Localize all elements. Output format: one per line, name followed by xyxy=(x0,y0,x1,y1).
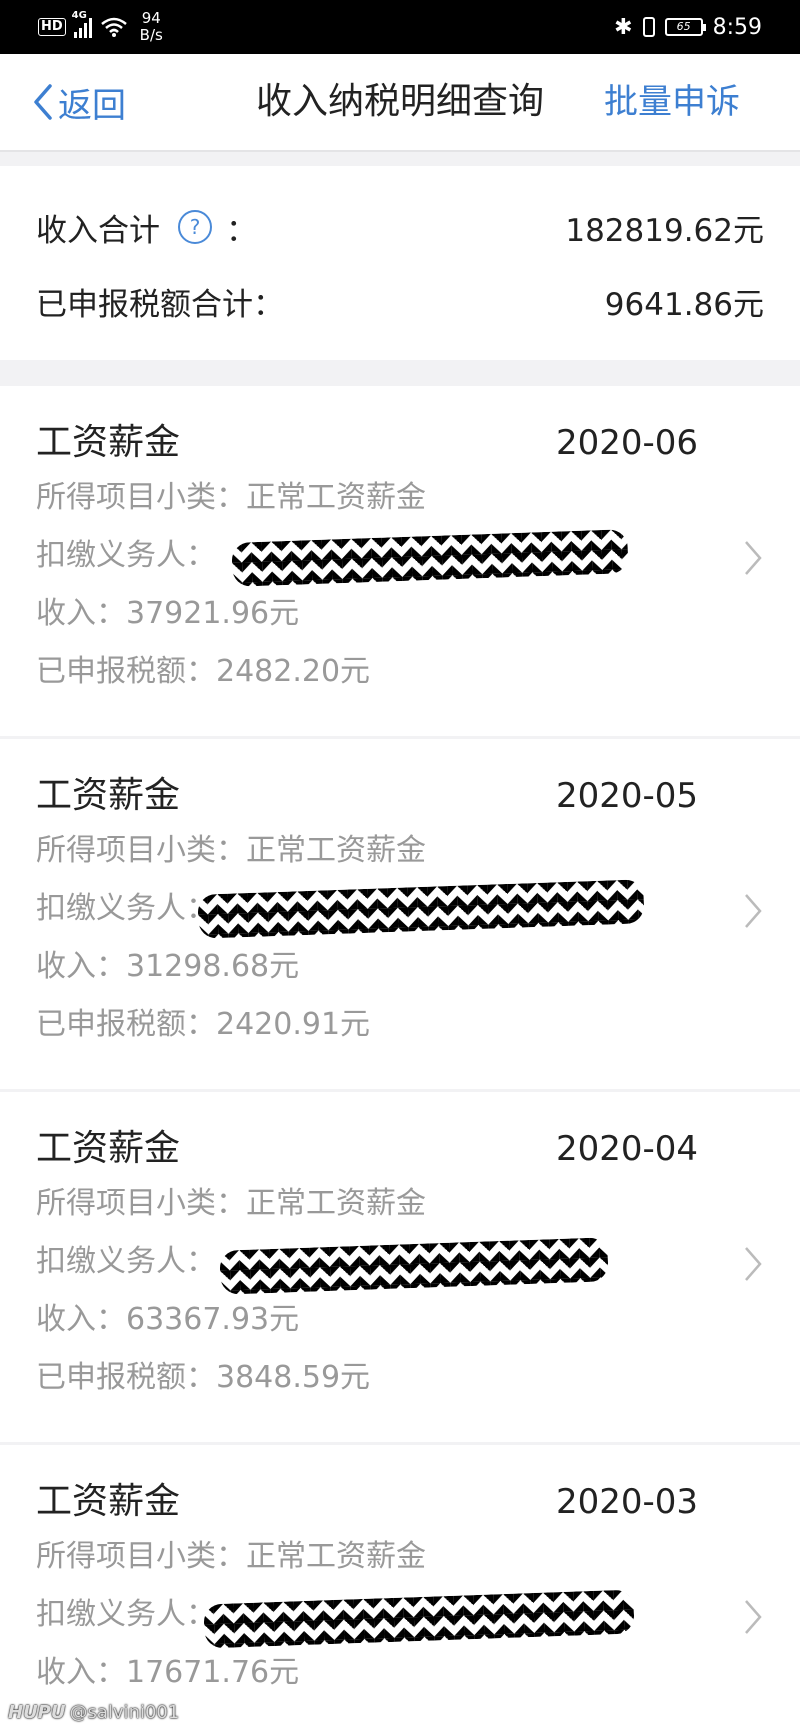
record-subcategory: 所得项目小类：正常工资薪金 xyxy=(36,1539,426,1574)
cell-signal-icon: 4G xyxy=(72,10,92,38)
chevron-right-icon xyxy=(745,541,762,575)
network-speed: 94 B/s xyxy=(140,10,163,44)
income-total-label: 收入合计 xyxy=(36,212,160,249)
record-tax: 已申报税额：3848.59元 xyxy=(36,1360,371,1395)
chevron-right-icon xyxy=(745,1247,762,1281)
tax-record-item[interactable]: 工资薪金 2020-06 所得项目小类：正常工资薪金 扣缴义务人： 收入：379… xyxy=(0,386,800,736)
wifi-icon xyxy=(100,17,127,37)
status-right: ✱ 65 8:59 xyxy=(614,12,762,42)
clock: 8:59 xyxy=(712,14,762,40)
record-category: 工资薪金 xyxy=(36,1481,181,1522)
hd-badge: HD xyxy=(38,18,66,36)
record-withholder-label: 扣缴义务人： xyxy=(36,538,216,573)
record-subcategory: 所得项目小类：正常工资薪金 xyxy=(36,833,426,868)
network-type-label: 4G xyxy=(71,10,87,21)
status-bar: HD 4G 94 B/s ✱ 65 8:59 xyxy=(0,0,800,54)
watermark: HUPU @salvini001 xyxy=(8,1702,179,1723)
tax-record-item[interactable]: 工资薪金 2020-03 所得项目小类：正常工资薪金 扣缴义务人： 收入：176… xyxy=(0,1445,800,1733)
record-withholder-label: 扣缴义务人： xyxy=(36,1244,216,1279)
record-income: 收入：63367.93元 xyxy=(36,1302,300,1337)
record-withholder-label: 扣缴义务人： xyxy=(36,1597,216,1632)
tax-total-row: 已申报税额合计： 9641.86元 xyxy=(36,276,764,326)
record-income: 收入：37921.96元 xyxy=(36,596,300,631)
record-category: 工资薪金 xyxy=(36,775,181,816)
help-icon[interactable]: ? xyxy=(178,210,212,244)
chevron-right-icon xyxy=(745,894,762,928)
redacted-withholder xyxy=(219,1237,609,1295)
tax-total-value: 9641.86元 xyxy=(604,286,764,323)
record-subcategory: 所得项目小类：正常工资薪金 xyxy=(36,480,426,515)
record-category: 工资薪金 xyxy=(36,1128,181,1169)
bluetooth-icon: ✱ xyxy=(614,14,633,40)
tax-record-item[interactable]: 工资薪金 2020-04 所得项目小类：正常工资薪金 扣缴义务人： 收入：633… xyxy=(0,1092,800,1442)
record-period: 2020-03 xyxy=(555,1482,698,1522)
income-total-colon: ： xyxy=(226,212,257,249)
status-left: HD 4G 94 B/s xyxy=(38,10,163,44)
record-period: 2020-05 xyxy=(555,776,698,816)
income-total-value: 182819.62元 xyxy=(565,212,764,249)
batch-appeal-button[interactable]: 批量申诉 xyxy=(604,80,740,124)
tax-total-label: 已申报税额合计： xyxy=(36,286,284,323)
watermark-user: @salvini001 xyxy=(69,1702,180,1723)
record-income: 收入：17671.76元 xyxy=(36,1655,300,1690)
record-income: 收入：31298.68元 xyxy=(36,949,300,984)
redacted-withholder xyxy=(203,1589,635,1649)
redacted-withholder xyxy=(231,529,629,587)
nav-bar: 返回 收入纳税明细查询 批量申诉 xyxy=(0,54,800,152)
speed-unit: B/s xyxy=(139,26,163,44)
record-category: 工资薪金 xyxy=(36,422,181,463)
tax-record-item[interactable]: 工资薪金 2020-05 所得项目小类：正常工资薪金 扣缴义务人： 收入：312… xyxy=(0,739,800,1089)
speed-value: 94 xyxy=(141,9,161,27)
chevron-right-icon xyxy=(745,1600,762,1634)
record-withholder-label: 扣缴义务人： xyxy=(36,891,216,926)
record-tax: 已申报税额：2482.20元 xyxy=(36,654,371,689)
record-period: 2020-06 xyxy=(555,423,698,463)
summary-card xyxy=(0,166,800,360)
vibrate-icon xyxy=(642,17,655,37)
income-total-row: 收入合计 ? ： 182819.62元 xyxy=(36,202,764,252)
income-total-label-group: 收入合计 ? ： xyxy=(36,205,257,250)
redacted-withholder xyxy=(197,879,645,939)
record-subcategory: 所得项目小类：正常工资薪金 xyxy=(36,1186,426,1221)
watermark-brand: HUPU xyxy=(8,1702,66,1723)
record-period: 2020-04 xyxy=(555,1129,698,1169)
battery-icon: 65 xyxy=(664,18,706,36)
record-tax: 已申报税额：2420.91元 xyxy=(36,1007,371,1042)
